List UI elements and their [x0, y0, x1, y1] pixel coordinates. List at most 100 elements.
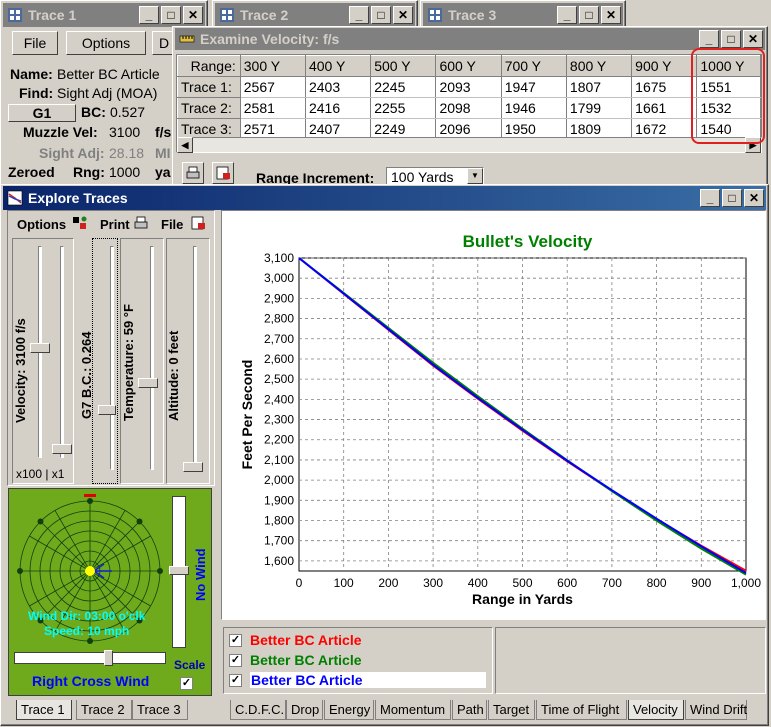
maximize-button[interactable]: □	[161, 6, 181, 24]
g1-label: G1	[32, 105, 52, 121]
velocity-fine-slider-thumb[interactable]	[52, 444, 72, 454]
chevron-down-icon[interactable]: ▼	[467, 168, 483, 184]
minimize-button[interactable]: _	[139, 6, 159, 24]
trace2-titlebar[interactable]: Trace 2 _ □ ✕	[215, 3, 415, 27]
temperature-slider-track[interactable]	[150, 246, 154, 470]
tab-trace-3[interactable]: Trace 3	[132, 700, 188, 720]
explore-title: Explore Traces	[28, 190, 128, 206]
wind-speed-slider-thumb[interactable]	[169, 566, 189, 575]
printer-icon	[134, 216, 148, 229]
file-button[interactable]: File	[12, 31, 58, 55]
y-tick-label: 2,500	[264, 372, 294, 386]
temperature-label: Temperature: 59 °F	[121, 304, 136, 421]
y-tick-label: 2,400	[264, 392, 294, 406]
table-cell: 2245	[370, 76, 437, 98]
legend-checkbox[interactable]: ✓	[229, 674, 242, 687]
close-button[interactable]: ✕	[601, 6, 621, 24]
x-tick-label: 300	[423, 576, 443, 590]
find-value: Sight Adj (MOA)	[57, 85, 158, 101]
tab-path[interactable]: Path	[452, 700, 487, 720]
altitude-slider-thumb[interactable]	[183, 462, 203, 472]
trace2-title: Trace 2	[240, 7, 289, 23]
velocity-fine-slider-track[interactable]	[60, 246, 64, 458]
minimize-button[interactable]: _	[349, 6, 369, 24]
range-increment-select[interactable]: 100 Yards ▼	[386, 167, 484, 185]
explore-titlebar[interactable]: Explore Traces _ □ ✕	[3, 186, 766, 210]
g1-button[interactable]: G1	[8, 104, 76, 122]
find-label: Find:	[19, 85, 54, 101]
tab-velocity[interactable]: Velocity	[628, 700, 684, 720]
table-cell: 700 Y	[500, 55, 567, 77]
table-cell: 2581	[240, 97, 306, 119]
file-menu[interactable]: File	[161, 217, 183, 232]
bc-slider-label: G7 B.C.: 0.264	[79, 331, 94, 419]
minimize-button[interactable]: _	[700, 189, 720, 207]
minimize-button[interactable]: _	[699, 30, 719, 48]
minimize-button[interactable]: _	[557, 6, 577, 24]
tab-energy[interactable]: Energy	[324, 700, 374, 720]
tab-wind-drift[interactable]: Wind Drift	[685, 700, 747, 720]
maximize-button[interactable]: □	[721, 30, 741, 48]
maximize-button[interactable]: □	[722, 189, 742, 207]
table-cell: 800 Y	[565, 55, 633, 77]
table-cell: 500 Y	[370, 55, 437, 77]
temperature-slider-thumb[interactable]	[138, 378, 158, 388]
table-cell: 900 Y	[631, 55, 698, 77]
y-tick-label: 3,000	[264, 271, 294, 285]
trace3-titlebar[interactable]: Trace 3 _ □ ✕	[423, 3, 623, 27]
horizontal-scrollbar[interactable]: ◀ ▶	[176, 137, 762, 153]
examine-titlebar[interactable]: Examine Velocity: f/s _ □ ✕	[175, 28, 765, 50]
y-axis-label: Feet Per Second	[239, 360, 255, 470]
altitude-slider-track[interactable]	[193, 246, 197, 470]
save-icon-button[interactable]	[212, 162, 234, 184]
options-button[interactable]: Options	[66, 31, 146, 55]
options-menu[interactable]: Options	[17, 217, 66, 232]
options-menu-label: Options	[17, 217, 67, 232]
table-cell: 1807	[566, 76, 633, 98]
velocity-slider-thumb[interactable]	[30, 343, 50, 353]
tab-c-d-f-c[interactable]: C.D.F.C.	[230, 700, 286, 720]
scale-checkbox[interactable]: ✓	[180, 677, 193, 690]
maximize-button[interactable]: □	[371, 6, 391, 24]
tab-momentum[interactable]: Momentum	[375, 700, 451, 720]
trace1-title: Trace 1	[28, 7, 77, 23]
velocity-label: Velocity: 3100 f/s	[13, 318, 28, 423]
scroll-left-arrow[interactable]: ◀	[177, 137, 193, 153]
y-tick-label: 1,600	[264, 554, 294, 568]
trace1-titlebar[interactable]: Trace 1 _ □ ✕	[3, 3, 205, 27]
bc-value: 0.527	[110, 104, 146, 120]
y-tick-label: 2,300	[264, 413, 294, 427]
muzzle-vel-label: Muzzle Vel:	[23, 124, 98, 140]
tab-trace-1[interactable]: Trace 1	[16, 700, 72, 720]
close-button[interactable]: ✕	[393, 6, 413, 24]
tab-drop[interactable]: Drop	[286, 700, 323, 720]
y-tick-label: 2,900	[264, 291, 294, 305]
velocity-chart: 1,600 1,700 1,800 1,900 2,000 2,100 2,200 2,300…	[239, 232, 761, 607]
table-cell: 600 Y	[435, 55, 502, 77]
tab-target[interactable]: Target	[488, 700, 535, 720]
tab-time-of-flight[interactable]: Time of Flight	[536, 700, 627, 720]
close-button[interactable]: ✕	[743, 30, 763, 48]
y-tick-label: 1,900	[264, 493, 294, 507]
row-header-cell: Range:	[177, 55, 241, 77]
wind-direction-slider-track[interactable]	[14, 652, 166, 664]
chart-title: Bullet's Velocity	[463, 232, 593, 251]
velocity-table: Range: 300 Y 400 Y 500 Y 600 Y 700 Y 800 Y 900 …	[176, 54, 762, 140]
wind-direction-slider-thumb[interactable]	[104, 650, 113, 666]
table-row: Trace 1: 2567 2403 2245 2093 1947 1807 1675 1551	[177, 76, 761, 98]
rng-unit: ya	[155, 164, 171, 180]
print-menu[interactable]: Print	[100, 217, 130, 232]
table-cell: 1947	[501, 76, 567, 98]
tab-trace-2[interactable]: Trace 2	[76, 700, 132, 720]
close-button[interactable]: ✕	[183, 6, 203, 24]
legend-checkbox[interactable]: ✓	[229, 654, 242, 667]
close-button[interactable]: ✕	[744, 189, 764, 207]
print-icon-button[interactable]	[182, 162, 204, 184]
muzzle-vel-value: 3100	[109, 124, 141, 140]
table-cell: 1661	[631, 97, 698, 119]
legend-checkbox[interactable]: ✓	[229, 634, 242, 647]
x-tick-label: 400	[468, 576, 488, 590]
bc-slider-track[interactable]	[110, 246, 114, 470]
maximize-button[interactable]: □	[579, 6, 599, 24]
bc-slider-thumb[interactable]	[98, 405, 116, 415]
